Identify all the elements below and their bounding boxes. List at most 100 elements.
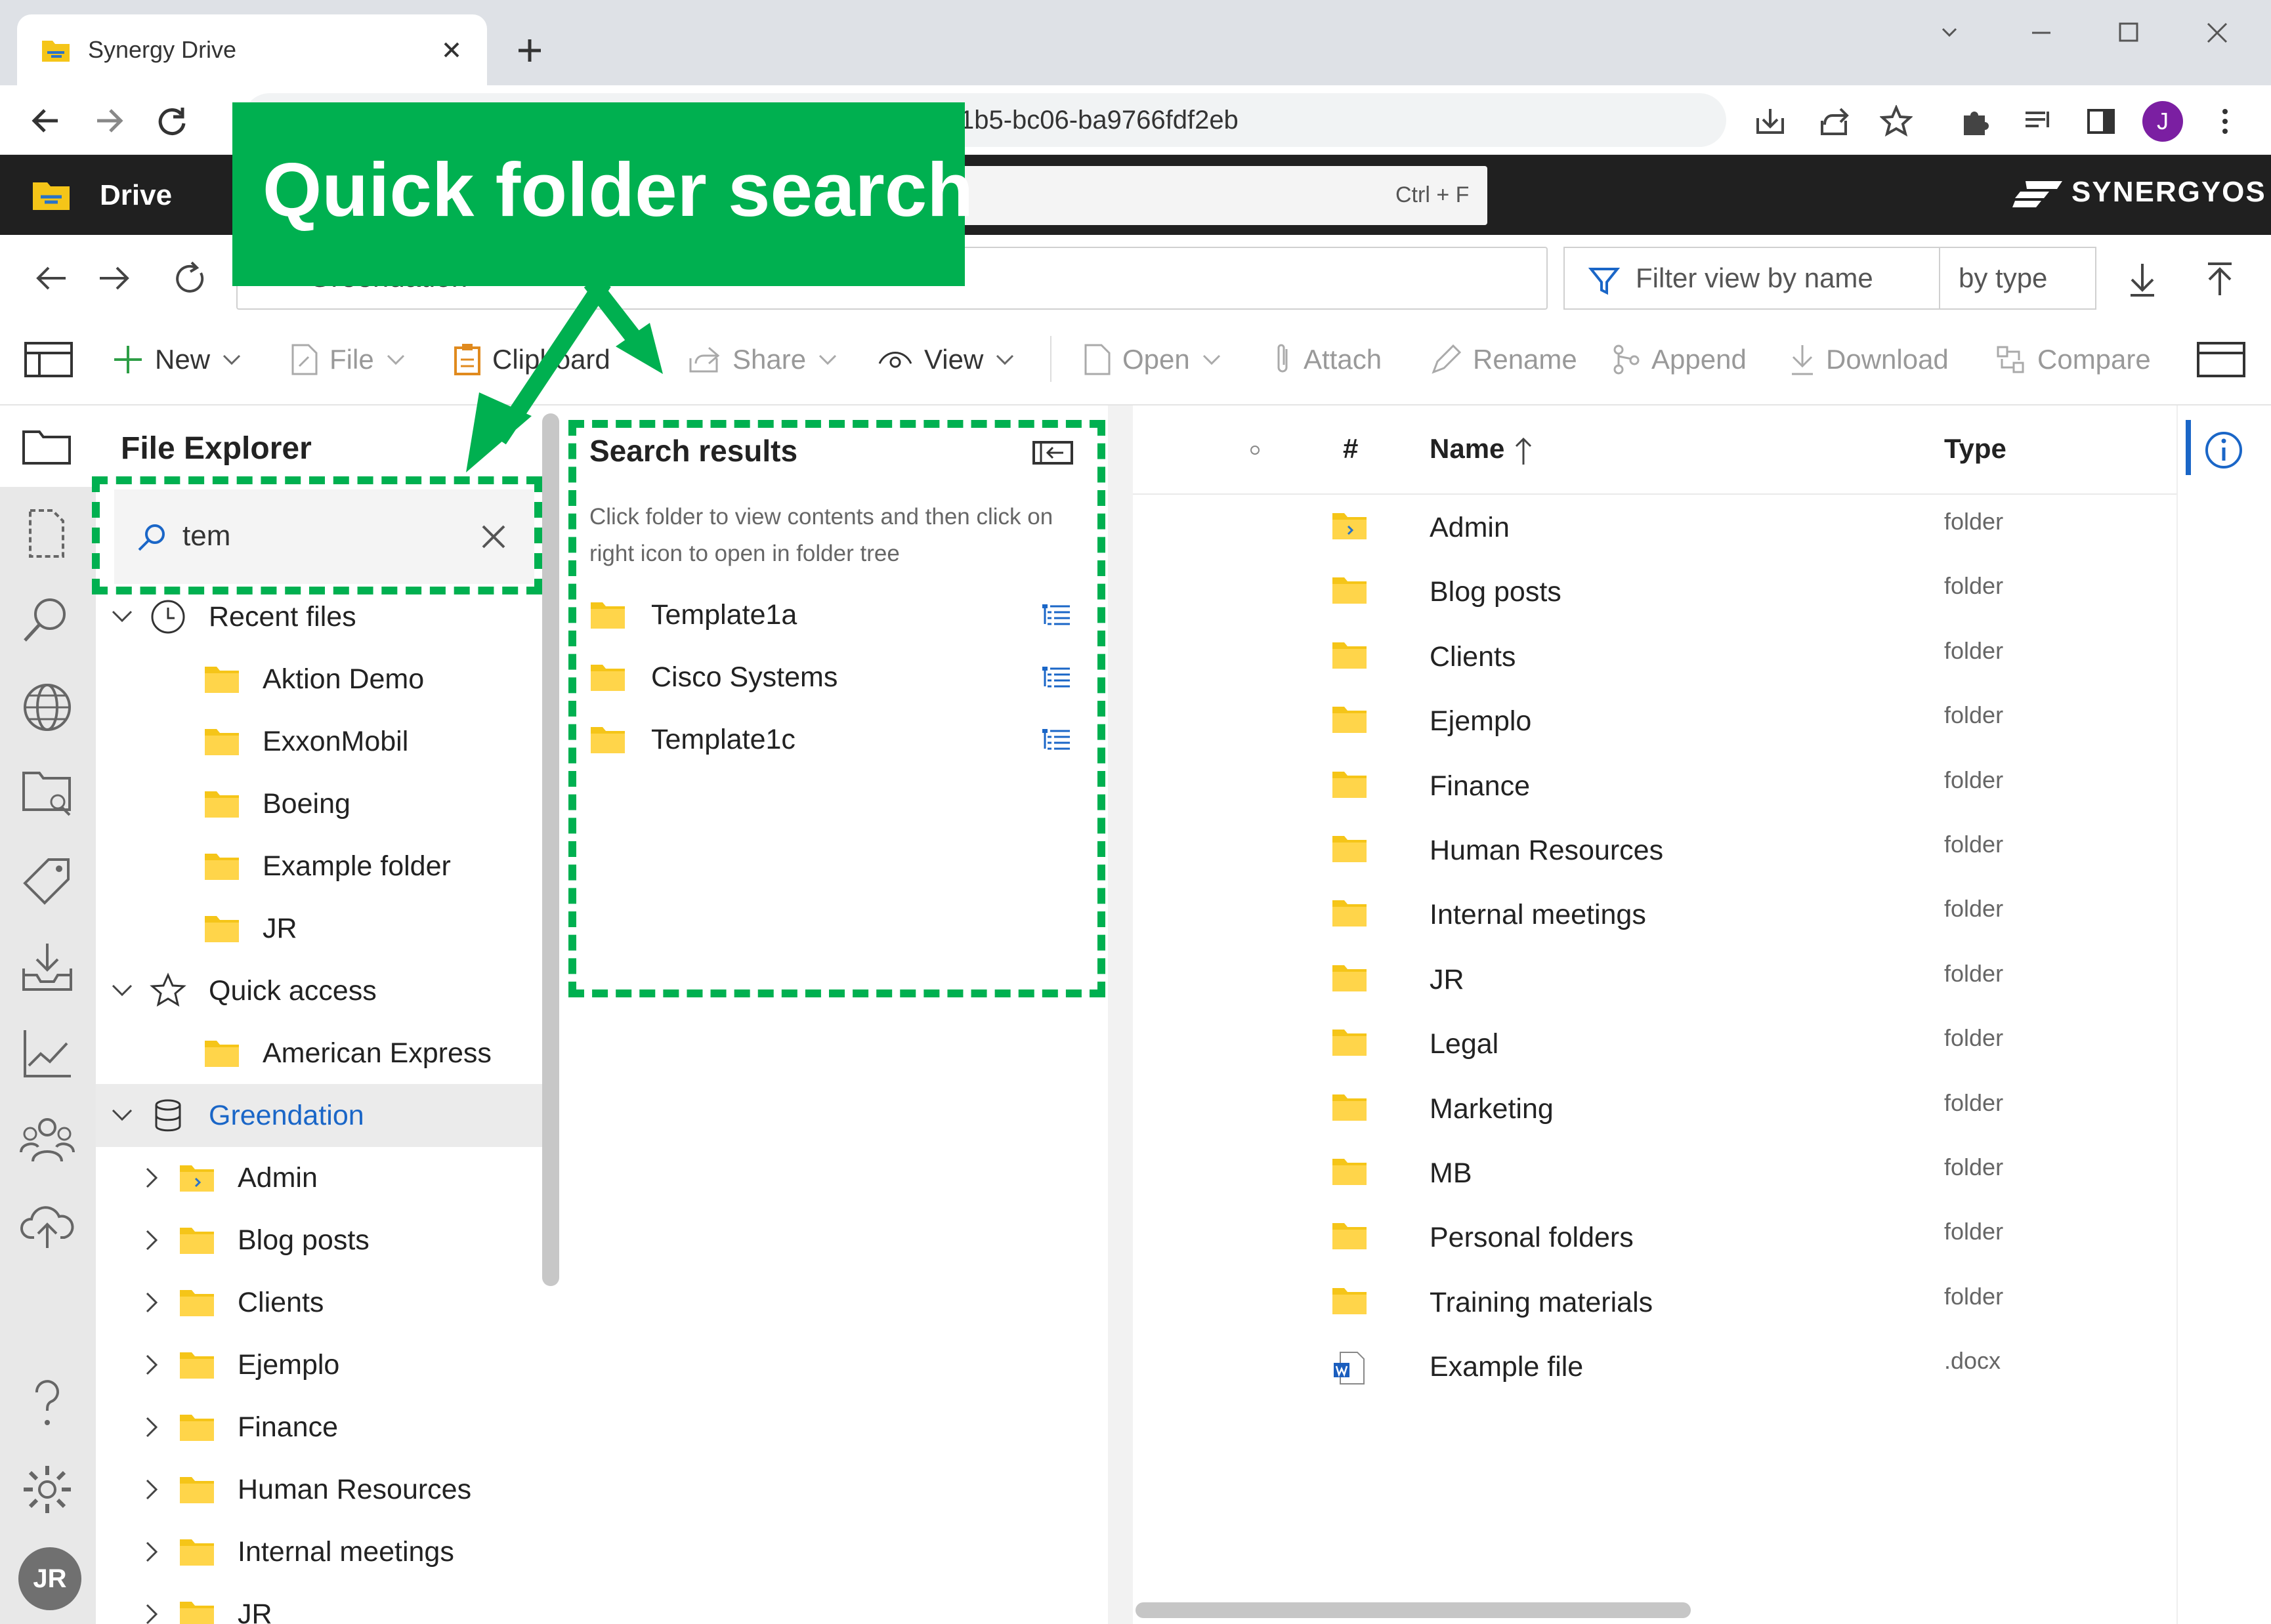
file-row[interactable]: Human Resources folder <box>1133 819 2176 883</box>
tree-item-folder[interactable]: Finance <box>138 1396 338 1459</box>
file-menu-button[interactable]: File <box>290 340 406 379</box>
tree-item-recent[interactable]: ExxonMobil <box>203 710 408 773</box>
chevron-right-icon[interactable] <box>138 1539 164 1565</box>
reading-list-icon[interactable] <box>2022 105 2054 138</box>
attach-button[interactable]: Attach <box>1273 340 1382 379</box>
profile-avatar[interactable]: J <box>2142 101 2183 142</box>
install-app-icon[interactable] <box>1754 105 1787 138</box>
tree-item-recent[interactable]: Aktion Demo <box>203 648 424 711</box>
file-row[interactable]: Clients folder <box>1133 625 2176 690</box>
horizontal-scrollbar[interactable] <box>1136 1602 1691 1618</box>
pane-splitter[interactable] <box>1108 406 1133 1624</box>
toggle-panel-icon[interactable] <box>24 341 74 378</box>
settings-gear-icon[interactable] <box>20 1462 75 1517</box>
chevron-down-icon[interactable] <box>109 978 135 1004</box>
extensions-icon[interactable] <box>1959 105 1991 138</box>
folder-nav-icon[interactable] <box>20 420 75 475</box>
folder-icon <box>1332 965 1367 991</box>
close-tab-icon[interactable] <box>437 35 466 64</box>
explorer-scrollbar[interactable] <box>542 413 559 1286</box>
nav-forward-icon[interactable] <box>96 261 133 295</box>
browser-menu-icon[interactable] <box>2212 105 2238 138</box>
chevron-down-icon[interactable] <box>109 1102 135 1129</box>
tree-item-folder[interactable]: Admin <box>138 1146 318 1209</box>
rename-button[interactable]: Rename <box>1430 340 1577 379</box>
tree-item-recent[interactable]: Example folder <box>203 835 451 898</box>
preview-pane-icon[interactable] <box>2196 341 2246 378</box>
chevron-down-icon[interactable] <box>109 604 135 630</box>
window-close-icon[interactable] <box>2204 20 2230 46</box>
tree-item-recent[interactable]: Boeing <box>203 772 350 835</box>
share-button[interactable]: Share <box>688 340 838 379</box>
new-document-icon[interactable] <box>20 507 75 562</box>
column-name[interactable]: Name <box>1430 433 1504 465</box>
select-all-dot-icon[interactable] <box>1248 444 1262 457</box>
file-row[interactable]: Finance folder <box>1133 755 2176 819</box>
view-button[interactable]: View <box>877 340 1015 379</box>
chevron-right-icon[interactable] <box>138 1601 164 1624</box>
new-tab-plus-icon[interactable] <box>513 34 546 67</box>
tree-root-greendation[interactable]: Greendation <box>109 1084 364 1147</box>
tree-item-folder[interactable]: Clients <box>138 1271 324 1334</box>
browser-tab[interactable]: Synergy Drive <box>17 14 487 87</box>
tree-item-folder[interactable]: Ejemplo <box>138 1333 339 1396</box>
open-button[interactable]: Open <box>1083 340 1221 379</box>
rename-label: Rename <box>1473 344 1577 375</box>
download-button[interactable]: Download <box>1789 340 1949 379</box>
chart-line-icon[interactable] <box>20 1026 75 1081</box>
user-avatar[interactable]: JR <box>18 1547 81 1610</box>
chevron-right-icon[interactable] <box>138 1352 164 1378</box>
tab-search-chevron-icon[interactable] <box>1936 20 1963 46</box>
file-row[interactable]: Internal meetings folder <box>1133 883 2176 947</box>
sort-up-icon[interactable] <box>2204 261 2236 298</box>
bookmark-star-icon[interactable] <box>1880 105 1913 138</box>
tree-item-folder[interactable]: Blog posts <box>138 1209 370 1272</box>
column-type[interactable]: Type <box>1944 433 2006 465</box>
tree-recent-files[interactable]: Recent files <box>109 585 356 648</box>
file-row[interactable]: Blog posts folder <box>1133 560 2176 625</box>
tree-item-folder[interactable]: Internal meetings <box>138 1520 454 1583</box>
inbox-download-icon[interactable] <box>20 940 75 995</box>
file-row[interactable]: Marketing folder <box>1133 1077 2176 1142</box>
reload-icon[interactable] <box>155 104 189 138</box>
file-row[interactable]: Admin folder <box>1133 496 2176 560</box>
chevron-right-icon[interactable] <box>138 1227 164 1253</box>
file-row[interactable]: JR folder <box>1133 948 2176 1012</box>
search-nav-icon[interactable] <box>20 592 75 647</box>
share-page-icon[interactable] <box>1818 105 1851 138</box>
file-row[interactable]: Legal folder <box>1133 1012 2176 1077</box>
file-row[interactable]: Personal folders folder <box>1133 1206 2176 1270</box>
users-group-icon[interactable] <box>20 1112 75 1167</box>
cloud-upload-icon[interactable] <box>20 1198 75 1253</box>
append-button[interactable]: Append <box>1611 340 1747 379</box>
tree-item-recent[interactable]: JR <box>203 897 297 960</box>
help-question-icon[interactable] <box>20 1377 75 1432</box>
chevron-right-icon[interactable] <box>138 1414 164 1440</box>
tree-quick-access[interactable]: Quick access <box>109 959 377 1022</box>
file-row[interactable]: Ejemplo folder <box>1133 690 2176 754</box>
shared-folder-icon[interactable] <box>20 765 75 820</box>
new-button[interactable]: New <box>112 340 242 379</box>
nav-back-icon[interactable] <box>33 261 70 295</box>
refresh-icon[interactable] <box>172 260 209 297</box>
tree-item-folder[interactable]: Human Resources <box>138 1458 471 1521</box>
file-row[interactable]: Example file .docx <box>1133 1335 2176 1400</box>
tree-item-quick[interactable]: American Express <box>203 1022 492 1085</box>
info-icon[interactable] <box>2204 430 2243 470</box>
side-panel-icon[interactable] <box>2085 105 2117 138</box>
chevron-right-icon[interactable] <box>138 1289 164 1316</box>
tree-item-folder[interactable]: JR <box>138 1583 272 1624</box>
back-arrow-icon[interactable] <box>29 104 63 138</box>
globe-icon[interactable] <box>20 680 75 735</box>
forward-arrow-icon[interactable] <box>92 104 126 138</box>
chevron-right-icon[interactable] <box>138 1165 164 1191</box>
sort-down-icon[interactable] <box>2127 261 2158 298</box>
file-row[interactable]: Training materials folder <box>1133 1271 2176 1335</box>
file-row[interactable]: MB folder <box>1133 1142 2176 1206</box>
maximize-icon[interactable] <box>2115 20 2141 46</box>
compare-button[interactable]: Compare <box>1994 340 2151 379</box>
chevron-right-icon[interactable] <box>138 1476 164 1503</box>
column-number[interactable]: # <box>1343 433 1358 465</box>
tag-icon[interactable] <box>20 853 75 908</box>
minimize-icon[interactable] <box>2028 20 2054 46</box>
